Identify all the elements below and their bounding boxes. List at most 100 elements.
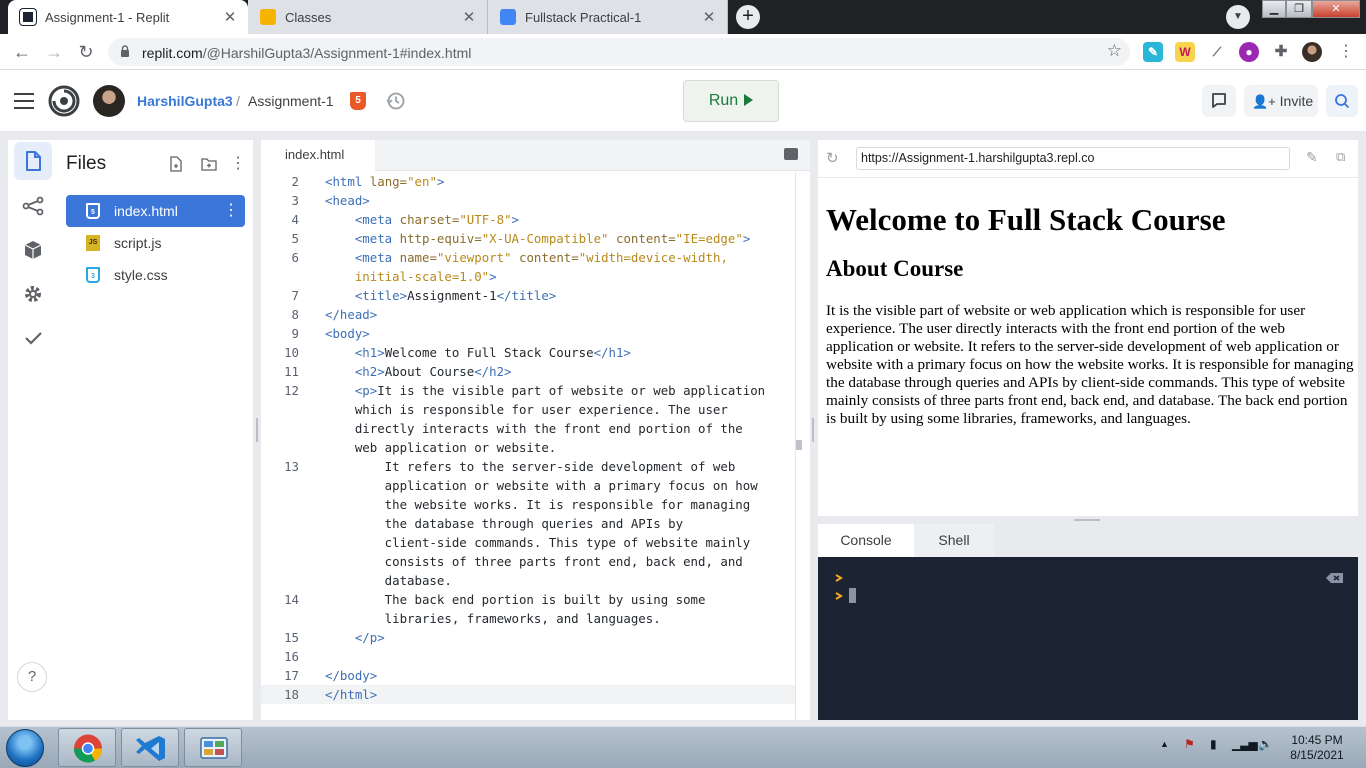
profile-avatar-icon[interactable] xyxy=(1302,42,1322,62)
hamburger-menu-icon[interactable] xyxy=(14,93,34,109)
user-avatar[interactable] xyxy=(93,85,125,117)
windows-start-icon[interactable] xyxy=(6,729,44,767)
code-line[interactable]: 5 <meta http-equiv="X-UA-Compatible" con… xyxy=(261,229,796,248)
code-line[interactable]: application or website with a primary fo… xyxy=(261,476,796,495)
code-line[interactable]: 8 </head> xyxy=(261,305,796,324)
close-icon[interactable]: ✕ xyxy=(701,8,717,26)
resize-handle-files[interactable] xyxy=(256,418,258,442)
chat-button[interactable] xyxy=(1202,85,1236,117)
file-item-style-css[interactable]: 3 style.css xyxy=(66,259,245,291)
new-folder-icon[interactable] xyxy=(201,156,217,172)
tab-search-chevron-icon[interactable]: ▼ xyxy=(1226,5,1250,29)
code-line[interactable]: the database through queries and APIs by xyxy=(261,514,796,533)
code-line[interactable]: 14 The back end portion is built by usin… xyxy=(261,590,796,609)
clear-console-icon[interactable] xyxy=(1326,572,1344,584)
code-line[interactable]: 13 It refers to the server-side developm… xyxy=(261,457,796,476)
taskbar-clock[interactable]: 10:45 PM 8/15/2021 xyxy=(1282,733,1352,763)
code-line[interactable]: 16 xyxy=(261,647,796,666)
code-line[interactable]: 4 <meta charset="UTF-8"> xyxy=(261,210,796,229)
battery-icon[interactable]: ▮ xyxy=(1210,737,1217,751)
volume-speaker-icon[interactable]: 🔈 xyxy=(1258,737,1273,751)
minimize-window-icon[interactable]: ▁ xyxy=(1262,0,1286,18)
code-line[interactable]: consists of three parts front end, back … xyxy=(261,552,796,571)
extension-circle-icon[interactable]: ● xyxy=(1239,42,1259,62)
add-user-icon: 👤+ xyxy=(1252,94,1276,109)
resize-handle-console[interactable] xyxy=(1074,519,1100,521)
editor-layout-icon[interactable] xyxy=(784,148,798,160)
code-line[interactable]: 10 <h1>Welcome to Full Stack Course</h1> xyxy=(261,343,796,362)
code-line[interactable]: directly interacts with the front end po… xyxy=(261,419,796,438)
close-icon[interactable]: ✕ xyxy=(461,8,477,26)
code-line[interactable]: 2 <html lang="en"> xyxy=(261,172,796,191)
action-center-flag-icon[interactable]: ⚑ xyxy=(1184,737,1195,751)
code-line[interactable]: 6 <meta name="viewport" content="width=d… xyxy=(261,248,796,267)
maximize-window-icon[interactable]: ❐ xyxy=(1286,0,1312,18)
history-icon[interactable] xyxy=(386,91,406,111)
tab-assignment-replit[interactable]: Assignment-1 - Replit ✕ xyxy=(8,0,248,34)
new-file-icon[interactable] xyxy=(169,156,183,172)
taskbar-control-panel-button[interactable] xyxy=(184,728,242,767)
open-in-new-tab-icon[interactable]: ⧉ xyxy=(1336,149,1345,165)
extension-w-icon[interactable]: W xyxy=(1175,42,1195,62)
editor-tab-index-html[interactable]: index.html xyxy=(261,140,375,172)
code-line[interactable]: libraries, frameworks, and languages. xyxy=(261,609,796,628)
extension-eyedropper-icon[interactable]: ⟋ xyxy=(1207,42,1227,62)
code-line[interactable]: 11 <h2>About Course</h2> xyxy=(261,362,796,381)
console-output[interactable] xyxy=(818,557,1358,720)
edit-pencil-icon[interactable]: ✎ xyxy=(1306,149,1318,166)
file-item-index-html[interactable]: 5 index.html ⋮ xyxy=(66,195,245,227)
file-options-kebab-icon[interactable]: ⋮ xyxy=(223,195,239,227)
replit-logo-icon[interactable] xyxy=(48,85,80,117)
code-line[interactable]: 18 </html> xyxy=(261,685,796,704)
code-line[interactable]: 15 </p> xyxy=(261,628,796,647)
code-line[interactable]: web application or website. xyxy=(261,438,796,457)
tab-console[interactable]: Console xyxy=(818,524,914,557)
browser-menu-kebab-icon[interactable]: ⋮ xyxy=(1334,40,1358,64)
close-window-icon[interactable]: ✕ xyxy=(1312,0,1360,18)
taskbar-vscode-button[interactable] xyxy=(121,728,179,767)
tab-fullstack-practical[interactable]: Fullstack Practical-1 ✕ xyxy=(488,0,728,34)
packages-activity-button[interactable] xyxy=(14,231,52,269)
run-button[interactable]: Run xyxy=(683,80,779,122)
username-link[interactable]: HarshilGupta3 xyxy=(137,93,233,109)
code-line[interactable]: 17 </body> xyxy=(261,666,796,685)
tab-classes[interactable]: Classes ✕ xyxy=(248,0,488,34)
show-hidden-icons-icon[interactable]: ▲ xyxy=(1160,739,1169,749)
address-bar[interactable]: replit.com/@HarshilGupta3/Assignment-1#i… xyxy=(108,38,1130,66)
files-menu-kebab-icon[interactable]: ⋮ xyxy=(230,156,246,172)
settings-activity-button[interactable] xyxy=(14,275,52,313)
reload-icon[interactable]: ↻ xyxy=(74,40,98,64)
code-line[interactable]: database. xyxy=(261,571,796,590)
repl-name[interactable]: Assignment-1 xyxy=(248,93,334,109)
version-control-activity-button[interactable] xyxy=(14,187,52,225)
code-line[interactable]: 3 <head> xyxy=(261,191,796,210)
file-item-script-js[interactable]: JS script.js xyxy=(66,227,245,259)
code-line[interactable]: 12 <p>It is the visible part of website … xyxy=(261,381,796,400)
code-line[interactable]: which is responsible for user experience… xyxy=(261,400,796,419)
extensions-puzzle-icon[interactable]: ✚ xyxy=(1271,42,1291,62)
help-question-icon[interactable]: ? xyxy=(17,662,47,692)
webview-reload-icon[interactable]: ↻ xyxy=(826,149,839,167)
code-line[interactable]: initial-scale=1.0"> xyxy=(261,267,796,286)
new-tab-plus-icon[interactable]: + xyxy=(736,5,760,29)
forward-arrow-icon[interactable]: → xyxy=(42,40,66,64)
tab-shell[interactable]: Shell xyxy=(914,524,994,557)
taskbar-chrome-button[interactable] xyxy=(58,728,116,767)
network-signal-icon[interactable]: ▁▃▅ xyxy=(1232,737,1258,751)
webview-url-field[interactable]: https://Assignment-1.harshilgupta3.repl.… xyxy=(856,147,1290,170)
code-line[interactable]: 9 <body> xyxy=(261,324,796,343)
bookmark-star-icon[interactable]: ☆ xyxy=(1107,41,1122,61)
back-arrow-icon[interactable]: ← xyxy=(10,40,34,64)
close-icon[interactable]: ✕ xyxy=(222,8,238,26)
search-button[interactable] xyxy=(1326,85,1358,117)
extension-pen-icon[interactable]: ✎ xyxy=(1143,42,1163,62)
files-activity-button[interactable] xyxy=(14,142,52,180)
resize-handle-editor[interactable] xyxy=(812,418,814,442)
code-line[interactable]: 7 <title>Assignment-1</title> xyxy=(261,286,796,305)
invite-button[interactable]: 👤+ Invite xyxy=(1244,85,1318,117)
checks-activity-button[interactable] xyxy=(14,319,52,357)
code-area[interactable]: 2 <html lang="en"> 3 <head> 4 <meta charset=… xyxy=(261,172,796,712)
editor-scrollbar-thumb[interactable] xyxy=(796,440,802,450)
code-line[interactable]: the website works. It is responsible for… xyxy=(261,495,796,514)
code-line[interactable]: client-side commands. This type of websi… xyxy=(261,533,796,552)
